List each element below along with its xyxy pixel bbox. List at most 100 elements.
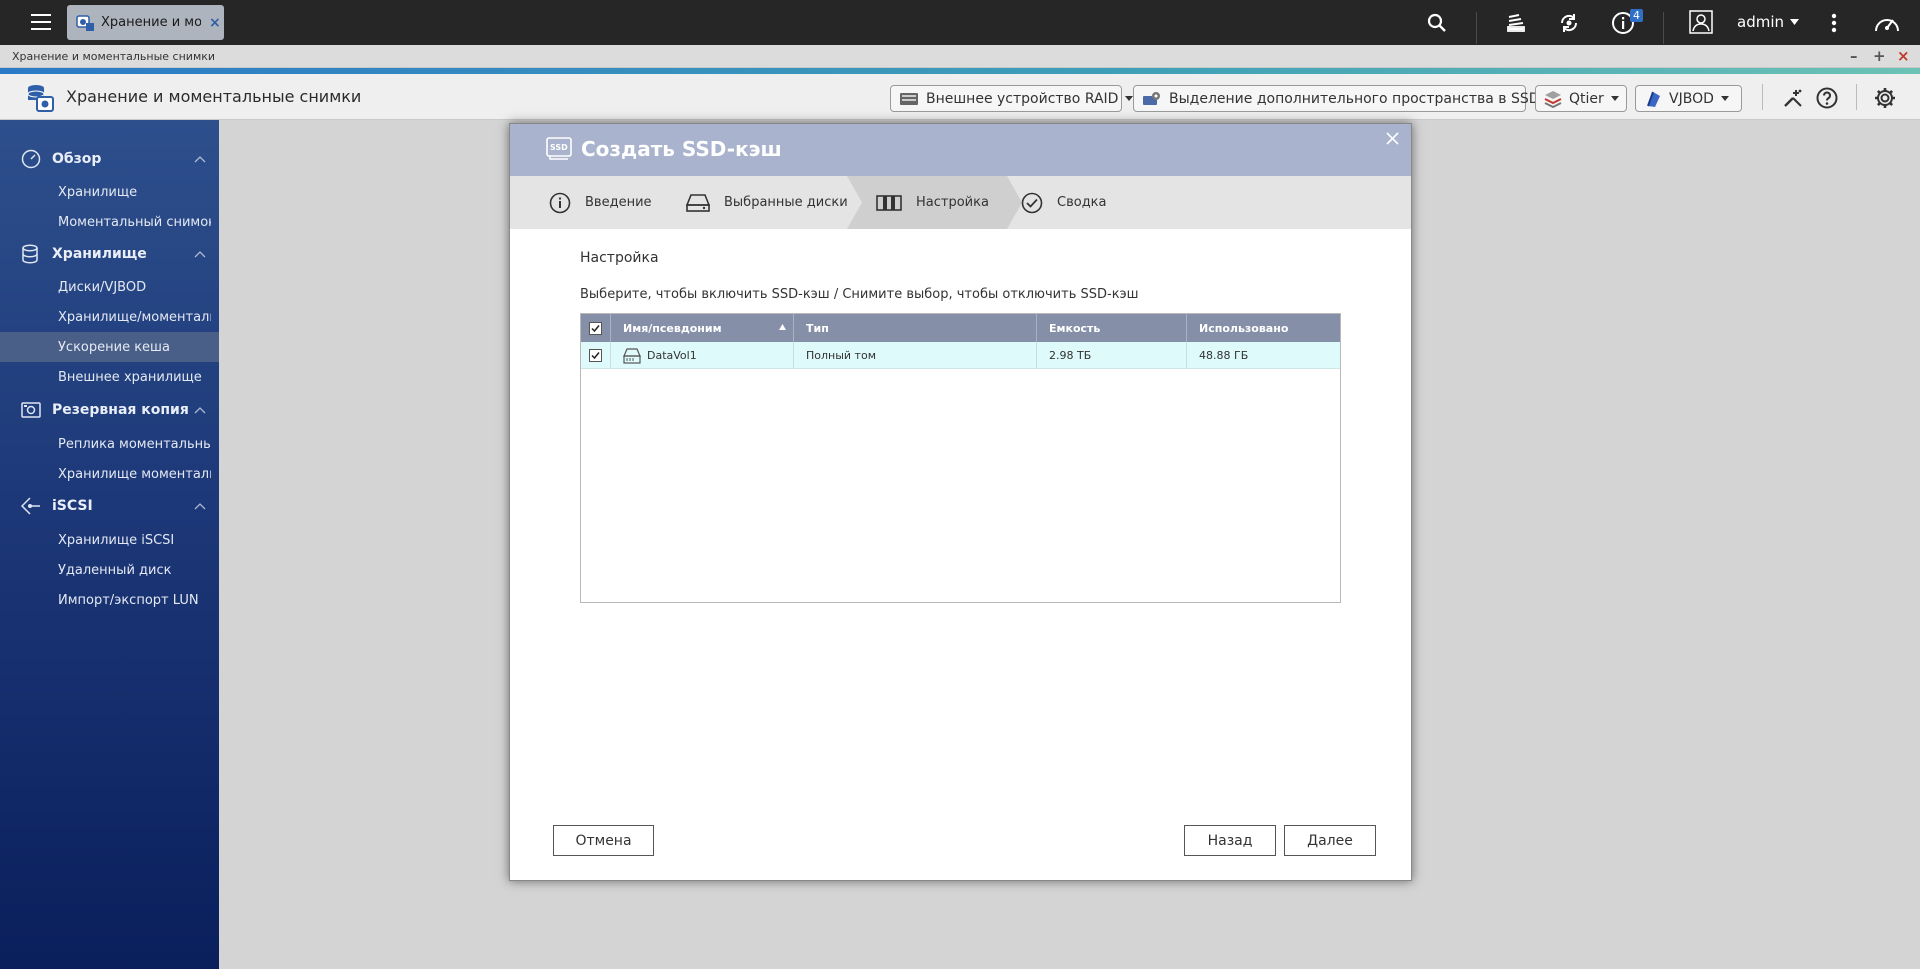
sidebar-item-lun-import-export[interactable]: Импорт/экспорт LUN — [0, 585, 219, 615]
volume-name: DataVol1 — [647, 349, 697, 362]
sidebar-item-label: Хранилище/моментальн — [58, 309, 211, 325]
external-raid-button[interactable]: Внешнее устройство RAID — [890, 85, 1134, 112]
external-raid-label: Внешнее устройство RAID — [926, 90, 1119, 107]
sidebar-item-external-storage[interactable]: Внешнее хранилище — [0, 362, 219, 392]
chevron-up-icon — [194, 155, 206, 163]
sync-icon[interactable] — [1556, 10, 1582, 36]
qtier-label: Qtier — [1569, 90, 1604, 107]
minimize-icon[interactable]: – — [1850, 47, 1858, 65]
ssd-overprovisioning-label: Выделение дополнительного пространства в… — [1169, 90, 1540, 107]
column-header-type[interactable]: Тип — [794, 314, 1037, 342]
row-select-cell — [581, 342, 611, 369]
sidebar-item-label: Хранилище iSCSI — [58, 532, 175, 548]
sidebar-item-label: Импорт/экспорт LUN — [58, 592, 199, 608]
task-stack-icon[interactable] — [1503, 10, 1529, 36]
sidebar-item-snapshot[interactable]: Моментальный снимок — [0, 207, 219, 237]
divider — [1856, 84, 1857, 110]
step-configure: Настройка — [876, 176, 989, 229]
sidebar-item-storage-snapshots[interactable]: Хранилище/моментальн — [0, 302, 219, 332]
divider — [1762, 84, 1763, 110]
sidebar-item-label: Удаленный диск — [58, 562, 172, 578]
volume-icon — [623, 347, 641, 364]
sidebar-item-snapshot-vault[interactable]: Хранилище моментальн — [0, 459, 219, 489]
sidebar-item-snapshot-replica[interactable]: Реплика моментальных — [0, 429, 219, 459]
search-icon[interactable] — [1425, 11, 1449, 35]
row-checkbox[interactable] — [589, 349, 602, 362]
create-ssd-cache-dialog: SSD Создать SSD-кэш Введение Выбранные д… — [509, 123, 1412, 881]
tab-close-icon[interactable]: × — [209, 15, 221, 31]
sidebar-item-storage[interactable]: Хранилище — [0, 177, 219, 207]
more-options-icon[interactable] — [1822, 11, 1846, 35]
check-circle-icon — [1021, 192, 1043, 214]
notification-badge: 4 — [1630, 9, 1643, 22]
divider — [1476, 12, 1477, 44]
vjbod-label: VJBOD — [1669, 90, 1714, 107]
sidebar-item-cache-acceleration[interactable]: Ускорение кеша — [0, 332, 219, 362]
sidebar-item-label: Ускорение кеша — [58, 339, 170, 355]
select-all-cell — [581, 314, 611, 342]
column-header-label: Емкость — [1049, 321, 1101, 335]
sidebar-section-storage[interactable]: Хранилище — [0, 239, 219, 269]
sidebar-item-iscsi-storage[interactable]: Хранилище iSCSI — [0, 525, 219, 555]
app-title: Хранение и моментальные снимки — [66, 87, 362, 106]
select-all-checkbox[interactable] — [589, 321, 602, 335]
chevron-down-icon — [1610, 96, 1619, 101]
app-tab[interactable]: Хранение и мо... × — [67, 5, 224, 40]
step-selected-disks: Выбранные диски — [686, 176, 848, 229]
step-intro: Введение — [549, 176, 652, 229]
next-button[interactable]: Далее — [1284, 825, 1376, 856]
snapshot-backup-icon — [21, 402, 41, 418]
close-window-icon[interactable]: × — [1897, 47, 1910, 65]
maximize-icon[interactable]: + — [1873, 47, 1886, 65]
wizard-steps: Введение Выбранные диски Настройка Сводк… — [510, 176, 1411, 229]
sidebar-item-label: Диски/VJBOD — [58, 279, 147, 295]
user-avatar-icon[interactable] — [1688, 9, 1714, 35]
column-header-name[interactable]: Имя/псевдоним — [611, 314, 794, 342]
column-header-used[interactable]: Использовано — [1187, 314, 1340, 342]
sidebar-item-label: Внешнее хранилище — [58, 369, 202, 385]
username: admin — [1737, 13, 1784, 31]
ssd-icon: SSD — [546, 136, 574, 162]
chevron-down-icon — [1790, 19, 1799, 25]
settings-gear-icon[interactable] — [1871, 84, 1899, 112]
vjbod-button[interactable]: VJBOD — [1635, 85, 1742, 112]
menu-icon[interactable] — [28, 9, 54, 35]
row-used-cell: 48.88 ГБ — [1187, 342, 1340, 369]
raid-device-icon — [899, 92, 919, 106]
app-tab-label: Хранение и мо... — [101, 15, 201, 30]
chevron-up-icon — [194, 502, 206, 510]
step-label: Настройка — [916, 195, 989, 210]
vjbod-icon — [1644, 90, 1662, 108]
sidebar-section-iscsi[interactable]: iSCSI — [0, 491, 219, 521]
dialog-title: Создать SSD-кэш — [581, 137, 782, 161]
ssd-overprovisioning-button[interactable]: Выделение дополнительного пространства в… — [1133, 85, 1555, 112]
table-row[interactable]: DataVol1 Полный том 2.98 ТБ 48.88 ГБ — [581, 342, 1340, 369]
column-header-label: Имя/псевдоним — [623, 321, 722, 335]
step-label: Сводка — [1057, 195, 1107, 210]
user-menu[interactable]: admin — [1737, 13, 1799, 31]
sidebar-section-title: iSCSI — [52, 498, 93, 514]
close-icon[interactable] — [1386, 132, 1399, 145]
window-title-bar: Хранение и моментальные снимки – + × — [0, 45, 1920, 68]
dialog-header: SSD Создать SSD-кэш — [510, 124, 1411, 176]
volume-table: Имя/псевдоним Тип Емкость Использовано D… — [580, 313, 1341, 603]
back-button[interactable]: Назад — [1184, 825, 1276, 856]
sidebar: Обзор Хранилище Моментальный снимок Хран… — [0, 120, 219, 969]
divider — [1663, 12, 1664, 44]
qtier-button[interactable]: Qtier — [1535, 85, 1627, 112]
chevron-down-icon — [1720, 96, 1729, 101]
dashboard-gauge-icon[interactable] — [1872, 10, 1902, 36]
storage-snapshots-logo-icon — [24, 82, 56, 114]
sidebar-section-overview[interactable]: Обзор — [0, 144, 219, 174]
qtier-layers-icon — [1544, 90, 1562, 108]
sidebar-item-remote-disk[interactable]: Удаленный диск — [0, 555, 219, 585]
cancel-button[interactable]: Отмена — [553, 825, 654, 856]
diagnostic-tools-icon[interactable] — [1780, 85, 1806, 111]
help-icon[interactable] — [1814, 85, 1840, 111]
chevron-up-icon — [194, 250, 206, 258]
column-header-capacity[interactable]: Емкость — [1037, 314, 1187, 342]
sidebar-section-snapshot-backup[interactable]: Резервная копия мо — [0, 395, 219, 425]
table-header: Имя/псевдоним Тип Емкость Использовано — [581, 314, 1340, 342]
sort-ascending-icon — [779, 324, 786, 330]
sidebar-item-disks-vjbod[interactable]: Диски/VJBOD — [0, 272, 219, 302]
